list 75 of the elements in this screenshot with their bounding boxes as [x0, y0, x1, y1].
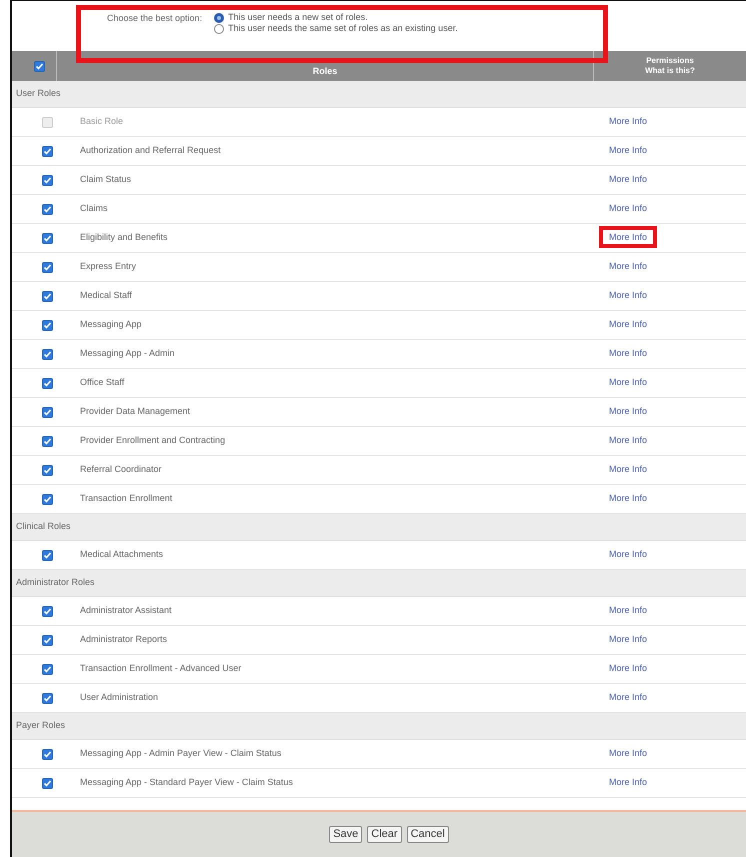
form-button[interactable]: Save — [329, 826, 362, 843]
form-button[interactable]: Clear — [367, 826, 402, 843]
role-name: Claims — [80, 203, 108, 214]
checkbox[interactable] — [42, 664, 53, 674]
group-header: Payer Roles — [16, 719, 66, 732]
group-header: Administrator Roles — [16, 576, 95, 590]
role-name: Basic Role — [80, 116, 124, 126]
role-name: Messaging App - Admin — [80, 348, 175, 358]
checkbox[interactable] — [42, 378, 53, 388]
more-info-link[interactable]: More Info — [599, 487, 658, 510]
more-info-link[interactable]: More Info — [599, 657, 658, 680]
checkbox[interactable] — [42, 204, 53, 214]
checkbox[interactable] — [42, 146, 53, 156]
more-info-link[interactable]: More Info — [599, 742, 658, 764]
help-link[interactable]: What is this? — [645, 66, 695, 76]
more-info-link[interactable]: More Info — [599, 628, 658, 650]
role-name: Provider Enrollment and Contracting — [80, 435, 226, 446]
role-name: Messaging App - Standard Payer View - Claim Status — [80, 777, 293, 788]
more-info-link[interactable]: More Info — [599, 139, 658, 162]
more-info-link[interactable]: More Info — [599, 226, 658, 248]
role-name: Eligibility and Benefits — [80, 232, 168, 242]
form-button[interactable]: Cancel — [406, 826, 449, 843]
role-name: Transaction Enrollment — [80, 493, 172, 504]
role-name: Messaging App — [80, 319, 142, 330]
more-info-link[interactable]: More Info — [599, 771, 658, 794]
role-name: Office Staff — [80, 377, 124, 388]
role-name: Provider Data Management — [80, 406, 190, 416]
column-header: Permissions — [646, 56, 694, 66]
more-info-link[interactable]: More Info — [599, 255, 658, 278]
checkbox[interactable] — [42, 634, 53, 646]
checkbox[interactable] — [42, 320, 53, 330]
role-name: Claim Status — [80, 174, 132, 184]
more-info-link[interactable]: More Info — [599, 168, 658, 190]
group-header: User Roles — [16, 87, 61, 100]
checkbox[interactable] — [42, 436, 53, 446]
more-info-link[interactable]: More Info — [599, 543, 658, 566]
more-info-link[interactable]: More Info — [599, 400, 658, 422]
role-name: Medical Staff — [80, 290, 132, 300]
more-info-link[interactable]: More Info — [599, 284, 658, 306]
question-label: Choose the best option: — [107, 12, 202, 25]
checkbox[interactable] — [42, 606, 53, 616]
checkbox[interactable] — [42, 232, 53, 244]
checkbox[interactable] — [42, 348, 53, 360]
more-info-link[interactable]: More Info — [599, 313, 658, 336]
more-info-link[interactable]: More Info — [599, 429, 658, 452]
checkbox[interactable] — [42, 464, 53, 476]
checkbox[interactable] — [42, 290, 53, 302]
role-name: Administrator Assistant — [80, 605, 172, 616]
select-all-checkbox[interactable] — [34, 60, 44, 72]
checkbox[interactable] — [42, 748, 53, 760]
role-name: Transaction Enrollment - Advanced User — [80, 663, 242, 674]
checkbox[interactable] — [42, 262, 53, 272]
column-header: Roles — [312, 64, 338, 78]
more-info-link[interactable]: More Info — [599, 371, 658, 394]
radio-option[interactable]: This user needs a new set of roles. — [214, 12, 458, 23]
checkbox[interactable] — [42, 174, 53, 186]
role-name: Medical Attachments — [80, 549, 164, 560]
group-header: Clinical Roles — [16, 520, 71, 534]
checkbox[interactable] — [42, 778, 53, 788]
checkbox[interactable] — [42, 494, 53, 504]
role-name: Administrator Reports — [80, 634, 168, 644]
more-info-link[interactable]: More Info — [599, 686, 658, 708]
role-name: Messaging App - Admin Payer View - Claim Status — [80, 748, 282, 758]
checkbox[interactable] — [42, 692, 53, 704]
more-info-link[interactable]: More Info — [599, 342, 658, 364]
role-name: Authorization and Referral Request — [80, 145, 221, 156]
radio-option[interactable]: This user needs the same set of roles as an existing user. — [214, 23, 458, 34]
role-name: Express Entry — [80, 261, 136, 272]
more-info-link[interactable]: More Info — [599, 599, 658, 622]
role-name: Referral Coordinator — [80, 464, 162, 474]
more-info-link[interactable]: More Info — [599, 458, 658, 480]
checkbox[interactable] — [42, 550, 53, 560]
more-info-link[interactable]: More Info — [599, 197, 658, 220]
role-name: User Administration — [80, 692, 158, 702]
checkbox[interactable] — [42, 406, 53, 418]
